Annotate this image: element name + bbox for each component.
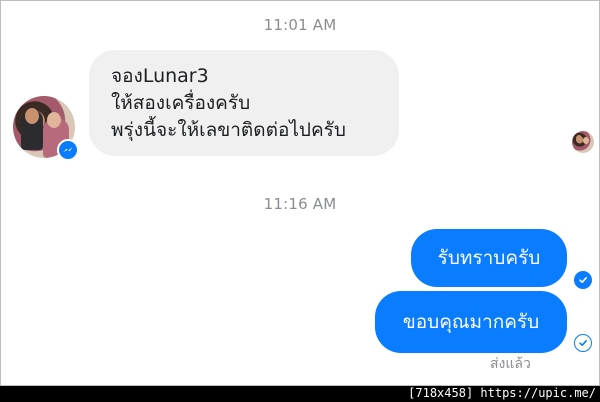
sent-checkmark-icon	[574, 334, 592, 352]
message-line: พรุ่งนี้จะให้เลขาติดต่อไปครับ	[111, 119, 346, 141]
timestamp: 11:01 AM	[263, 16, 337, 34]
watermark-text: [718x458] https://upic.me/	[408, 386, 596, 400]
avatar-face	[576, 135, 582, 142]
messenger-icon	[57, 139, 79, 161]
chat-window: 11:01 AM จองLunar3 ให้สองเครื่องครับ พรุ…	[0, 0, 600, 386]
message-line: จองLunar3	[111, 65, 209, 87]
timestamp: 11:16 AM	[263, 195, 337, 213]
avatar-face	[25, 108, 39, 124]
sent-status: ส่งแล้ว	[490, 356, 531, 372]
outgoing-message-bubble[interactable]: รับทราบครับ	[411, 229, 567, 287]
incoming-message-bubble[interactable]: จองLunar3 ให้สองเครื่องครับ พรุ่งนี้จะให…	[89, 50, 399, 156]
avatar-face	[47, 112, 61, 128]
avatar-face	[583, 137, 589, 144]
message-line: ให้สองเครื่องครับ	[111, 92, 251, 114]
seen-avatar	[572, 131, 594, 153]
outgoing-message-bubble[interactable]: ขอบคุณมากครับ	[375, 291, 567, 353]
delivered-checkmark-icon	[574, 271, 592, 289]
